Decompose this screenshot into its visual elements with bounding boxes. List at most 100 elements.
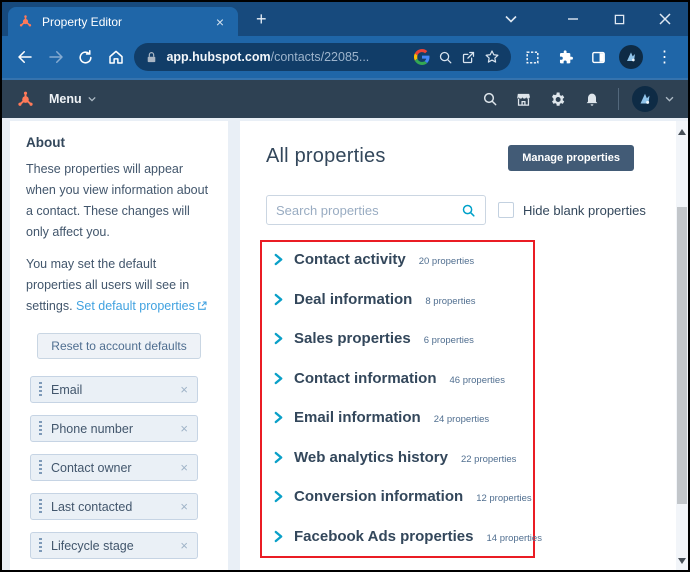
browser-tab[interactable]: Property Editor × [8, 7, 238, 36]
category-count: 12 properties [476, 493, 532, 505]
maximize-button[interactable] [596, 2, 642, 36]
default-properties-list: Email × Phone number × Contact owner × L… [26, 376, 212, 570]
screen-capture-icon[interactable] [517, 42, 548, 72]
property-chip[interactable]: Phone number × [30, 415, 198, 442]
zoom-icon[interactable] [438, 50, 453, 65]
chevron-right-icon[interactable] [274, 451, 283, 464]
category-count: 20 properties [418, 256, 475, 267]
chevron-right-icon[interactable] [274, 253, 283, 266]
category-row[interactable]: Facebook Ads properties 14 properties [274, 527, 542, 545]
bookmark-star-icon[interactable] [484, 49, 500, 65]
extensions-puzzle-icon[interactable] [550, 42, 581, 72]
drag-handle-icon[interactable] [39, 460, 42, 475]
category-row[interactable]: Email information 24 properties [274, 409, 529, 426]
chip-label: Last contacted [51, 499, 133, 514]
category-row[interactable]: Contact information 46 properties [274, 370, 529, 387]
highlighted-categories-region: Contact activity 20 properties Deal info… [260, 240, 542, 558]
tab-search-icon[interactable] [488, 2, 534, 36]
hubspot-favicon-icon [18, 14, 33, 29]
reset-defaults-button[interactable]: Reset to account defaults [37, 333, 201, 359]
chevron-right-icon[interactable] [274, 293, 283, 306]
chevron-right-icon[interactable] [274, 332, 283, 345]
category-name: Contact activity [294, 251, 406, 268]
scrollbar-thumb[interactable] [677, 207, 687, 504]
category-row[interactable]: Web analytics history 22 properties [274, 449, 529, 466]
drag-handle-icon[interactable] [39, 382, 42, 397]
hide-blank-label: Hide blank properties [523, 202, 646, 218]
remove-chip-icon[interactable]: × [180, 461, 188, 474]
category-count: 24 properties [433, 414, 490, 426]
close-window-button[interactable] [642, 2, 688, 36]
category-row[interactable]: Deal information 8 properties [274, 291, 529, 308]
drag-handle-icon[interactable] [39, 421, 42, 436]
chip-label: Lifecycle stage [51, 538, 134, 553]
side-panel-icon[interactable] [583, 42, 614, 72]
hubspot-navbar: Menu [2, 80, 688, 118]
address-bar[interactable]: app.hubspot.com/contacts/22085... [134, 43, 511, 71]
category-count: 6 properties [423, 335, 474, 347]
menu-label: Menu [49, 92, 82, 106]
lock-icon[interactable] [145, 51, 158, 64]
search-icon[interactable] [476, 86, 503, 113]
home-icon[interactable] [101, 42, 131, 72]
back-icon[interactable] [10, 42, 40, 72]
page-title: All properties [266, 145, 386, 167]
share-icon[interactable] [461, 50, 476, 65]
google-icon[interactable] [413, 49, 430, 65]
set-default-properties-link[interactable]: Set default properties [76, 299, 207, 313]
window-controls [488, 2, 688, 36]
remove-chip-icon[interactable]: × [180, 383, 188, 396]
browser-toolbar: app.hubspot.com/contacts/22085... ⋮ [2, 36, 688, 80]
remove-chip-icon[interactable]: × [180, 500, 188, 513]
settings-gear-icon[interactable] [544, 86, 571, 113]
category-name: Sales properties [294, 330, 411, 348]
marketplace-icon[interactable] [510, 86, 537, 113]
drag-handle-icon[interactable] [39, 538, 42, 553]
browser-titlebar: Property Editor × + [2, 2, 688, 36]
reload-icon[interactable] [71, 42, 101, 72]
chevron-right-icon[interactable] [274, 372, 283, 385]
chevron-right-icon[interactable] [274, 490, 283, 503]
category-name: Facebook Ads properties [294, 527, 474, 545]
minimize-button[interactable] [550, 2, 596, 36]
sidebar-paragraph-1: These properties will appear when you vi… [26, 162, 209, 239]
browser-window: Property Editor × + app.hubspot.com/cont… [0, 0, 690, 572]
account-avatar[interactable] [632, 86, 658, 112]
new-tab-button[interactable]: + [250, 9, 273, 30]
notifications-bell-icon[interactable] [578, 86, 605, 113]
navbar-divider [618, 88, 619, 110]
account-chevron-icon[interactable] [665, 96, 674, 102]
tab-close-icon[interactable]: × [212, 13, 228, 31]
scroll-up-icon[interactable] [678, 129, 686, 135]
category-count: 14 properties [486, 532, 542, 544]
about-sidebar: About These properties will appear when … [10, 121, 228, 570]
remove-chip-icon[interactable]: × [180, 539, 188, 552]
category-name: Conversion information [294, 488, 464, 506]
chevron-right-icon[interactable] [274, 411, 283, 424]
drag-handle-icon[interactable] [39, 499, 42, 514]
hubspot-logo-icon[interactable] [16, 90, 35, 109]
category-row[interactable]: Conversion information 12 properties [274, 488, 532, 506]
property-chip[interactable]: Email × [30, 376, 198, 403]
manage-properties-button[interactable]: Manage properties [508, 145, 634, 171]
profile-avatar[interactable] [616, 42, 647, 72]
forward-icon[interactable] [40, 42, 70, 72]
url-text: app.hubspot.com/contacts/22085... [166, 50, 370, 64]
category-name: Email information [294, 409, 421, 427]
menu-dropdown[interactable]: Menu [49, 92, 96, 106]
category-row[interactable]: Sales properties 6 properties [274, 330, 529, 347]
hide-blank-checkbox[interactable] [498, 202, 514, 218]
scroll-down-icon[interactable] [678, 558, 686, 564]
browser-menu-icon[interactable]: ⋮ [649, 42, 680, 72]
search-icon[interactable] [461, 203, 476, 218]
page-scrollbar[interactable] [676, 121, 688, 570]
toolbar-extensions-area: ⋮ [517, 42, 680, 72]
property-chip[interactable]: Contact owner × [30, 454, 198, 481]
chevron-right-icon[interactable] [274, 530, 283, 543]
tab-title: Property Editor [42, 14, 123, 29]
property-chip[interactable]: Last contacted × [30, 493, 198, 520]
category-row[interactable]: Contact activity 20 properties [274, 251, 529, 268]
property-chip[interactable]: Lifecycle stage × [30, 532, 198, 559]
search-input[interactable] [276, 202, 461, 218]
remove-chip-icon[interactable]: × [180, 422, 188, 435]
